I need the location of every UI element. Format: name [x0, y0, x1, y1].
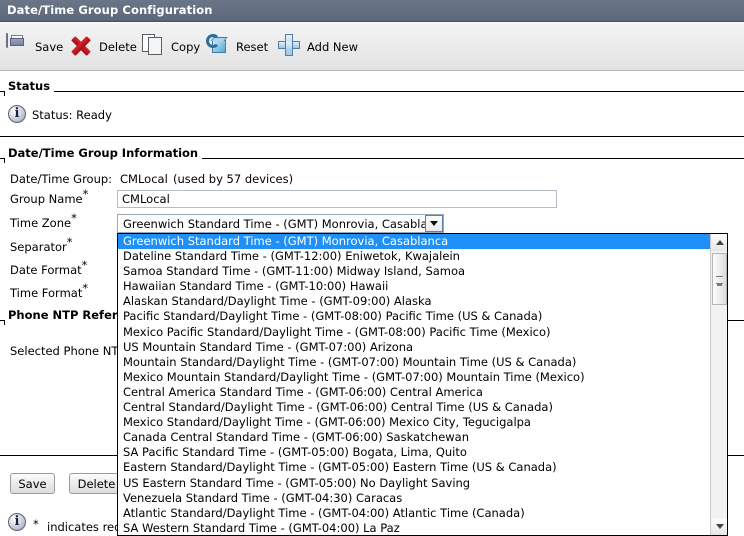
- delete-icon: [68, 34, 94, 60]
- scroll-down-arrow-icon[interactable]: [711, 518, 727, 535]
- time-zone-option[interactable]: Mexico Mountain Standard/Daylight Time -…: [118, 370, 710, 385]
- toolbar-button-save[interactable]: Save: [4, 31, 63, 63]
- date-format-required-marker: *: [81, 258, 88, 273]
- toolbar-button-copy[interactable]: Copy: [140, 31, 200, 63]
- add-new-icon: [276, 34, 302, 60]
- toolbar: Save Delete Copy Reset Add New: [0, 23, 744, 71]
- time-format-label-text: Time Format: [10, 286, 83, 300]
- time-zone-option[interactable]: Central Standard/Daylight Time - (GMT-06…: [118, 400, 710, 415]
- time-zone-option[interactable]: Dateline Standard Time - (GMT-12:00) Eni…: [118, 249, 710, 264]
- time-zone-select-value: Greenwich Standard Time - (GMT) Monrovia…: [123, 216, 443, 231]
- toolbar-label-reset: Reset: [236, 40, 269, 54]
- group-name-label-text: Group Name: [10, 192, 83, 206]
- date-time-group-value: CMLocal: [120, 172, 168, 186]
- date-time-group-label: Date/Time Group:: [10, 172, 113, 186]
- separator-label-text: Separator: [10, 240, 67, 254]
- time-zone-option[interactable]: US Eastern Standard Time - (GMT-05:00) N…: [118, 476, 710, 491]
- footer-info-icon: [8, 513, 26, 531]
- copy-icon: [140, 34, 166, 60]
- scrollbar-thumb[interactable]: [712, 253, 727, 305]
- reset-icon: [205, 34, 231, 60]
- status-text: Status: Ready: [32, 108, 112, 122]
- time-zone-option[interactable]: Alaskan Standard/Daylight Time - (GMT-09…: [118, 294, 710, 309]
- toolbar-label-add-new: Add New: [307, 40, 359, 54]
- time-zone-option[interactable]: Central America Standard Time - (GMT-06:…: [118, 385, 710, 400]
- toolbar-label-copy: Copy: [171, 40, 201, 54]
- date-time-group-usage: (used by 57 devices): [173, 172, 294, 186]
- time-zone-option[interactable]: SA Pacific Standard Time - (GMT-05:00) B…: [118, 445, 710, 460]
- time-format-required-marker: *: [82, 281, 89, 296]
- save-icon: [4, 33, 30, 60]
- page-title: Date/Time Group Configuration: [7, 3, 213, 17]
- time-zone-option[interactable]: Hawaiian Standard Time - (GMT-10:00) Haw…: [118, 279, 710, 294]
- time-zone-option[interactable]: Atlantic Standard/Daylight Time - (GMT-0…: [118, 506, 710, 521]
- time-zone-option[interactable]: Greenwich Standard Time - (GMT) Monrovia…: [118, 234, 710, 250]
- time-zone-option[interactable]: Mexico Pacific Standard/Daylight Time - …: [118, 325, 710, 340]
- time-zone-dropdown[interactable]: Greenwich Standard Time - (GMT) Monrovia…: [117, 233, 728, 536]
- status-section-bottom-rule: [0, 136, 744, 137]
- separator-label: Separator*: [10, 236, 73, 254]
- required-note-marker: *: [33, 517, 39, 531]
- date-format-label: Date Format*: [10, 259, 87, 277]
- time-zone-dropdown-scrollbar[interactable]: [710, 234, 727, 535]
- group-name-label: Group Name*: [10, 188, 88, 206]
- toolbar-button-reset[interactable]: Reset: [205, 31, 268, 63]
- page-root: Date/Time Group Configuration Save Delet…: [0, 0, 744, 536]
- time-zone-option[interactable]: US Mountain Standard Time - (GMT-07:00) …: [118, 340, 710, 355]
- time-zone-option[interactable]: Eastern Standard/Daylight Time - (GMT-05…: [118, 460, 710, 475]
- group-name-input[interactable]: [117, 190, 557, 208]
- time-zone-option[interactable]: Pacific Standard/Daylight Time - (GMT-08…: [118, 309, 710, 324]
- group-name-required-marker: *: [82, 187, 89, 202]
- separator-required-marker: *: [66, 235, 73, 250]
- time-zone-select[interactable]: Greenwich Standard Time - (GMT) Monrovia…: [117, 214, 444, 233]
- toolbar-button-add-new[interactable]: Add New: [276, 31, 358, 63]
- status-section-legend: Status: [5, 79, 55, 93]
- time-zone-option[interactable]: Canada Central Standard Time - (GMT-06:0…: [118, 430, 710, 445]
- info-section-legend: Date/Time Group Information: [5, 146, 203, 160]
- save-button[interactable]: Save: [10, 473, 55, 494]
- status-section-top-rule: [0, 91, 744, 92]
- time-zone-label-text: Time Zone: [10, 216, 72, 230]
- scroll-up-arrow-icon[interactable]: [711, 234, 727, 251]
- time-zone-option[interactable]: Samoa Standard Time - (GMT-11:00) Midway…: [118, 264, 710, 279]
- time-zone-option[interactable]: SA Western Standard Time - (GMT-04:00) L…: [118, 521, 710, 535]
- chevron-down-icon[interactable]: [425, 215, 443, 232]
- toolbar-label-delete: Delete: [99, 40, 137, 54]
- time-zone-option[interactable]: Mountain Standard/Daylight Time - (GMT-0…: [118, 355, 710, 370]
- delete-button-label: Delete: [77, 476, 116, 491]
- time-zone-option[interactable]: Venezuela Standard Time - (GMT-04:30) Ca…: [118, 491, 710, 506]
- delete-button[interactable]: Delete: [69, 473, 124, 494]
- time-zone-dropdown-list[interactable]: Greenwich Standard Time - (GMT) Monrovia…: [118, 234, 710, 535]
- time-zone-label: Time Zone*: [10, 212, 77, 230]
- info-icon: [8, 105, 26, 123]
- time-zone-option[interactable]: Mexico Standard/Daylight Time - (GMT-06:…: [118, 415, 710, 430]
- toolbar-button-delete[interactable]: Delete: [68, 31, 137, 63]
- time-format-label: Time Format*: [10, 282, 88, 300]
- toolbar-label-save: Save: [35, 40, 64, 54]
- window-titlebar: Date/Time Group Configuration: [0, 0, 744, 22]
- time-zone-required-marker: *: [71, 211, 77, 226]
- date-format-label-text: Date Format: [10, 263, 82, 277]
- save-button-label: Save: [18, 476, 47, 491]
